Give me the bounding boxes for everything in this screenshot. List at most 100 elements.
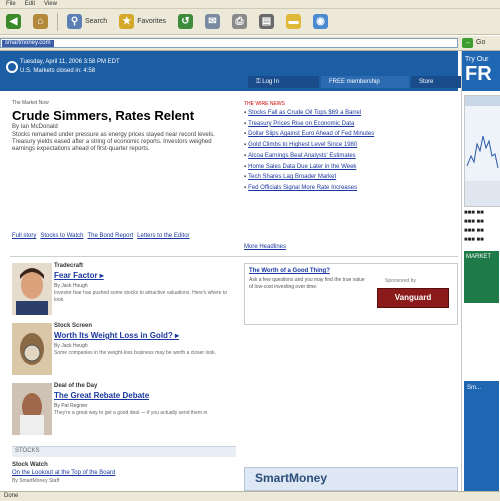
news-item[interactable]: Dollar Slips Against Euro Ahead of Fed M… [244,129,456,140]
story-photo[interactable] [12,383,52,435]
stocks-section-bar: STOCKS [12,446,236,457]
stocks-section-label: STOCKS [15,448,40,454]
lead-section-label: The Market Now [12,100,49,106]
login-label: Log In [262,79,279,85]
news-item[interactable]: Home Sales Data Due Later in the Week [244,162,456,173]
menu-edit[interactable]: Edit [25,1,35,7]
edit-icon: ▤ [258,14,274,29]
address-bar: smartmoney.com → Go [0,36,500,51]
print-button[interactable]: ⎙ [229,13,250,31]
address-input[interactable]: smartmoney.com [0,38,458,48]
lead-links: Full story Stocks to Watch The Bond Repo… [12,233,190,239]
messenger-icon: ◉ [312,14,328,29]
stock-watch-headline[interactable]: On the Lookout at the Top of the Board [12,470,115,476]
story-headline[interactable]: Fear Factor ▸ [54,271,104,280]
story-byline: By Jack Hough [54,283,88,289]
story-description: Investor fear has pushed some stocks to … [54,290,227,303]
gold-scale-graphic [12,323,52,375]
history-icon: ↺ [177,14,193,29]
right-rail-promo[interactable]: Try Our FR [462,51,500,91]
news-item[interactable]: Stocks Fall as Crude Oil Tops $69 a Barr… [244,108,456,119]
market-row: ■■■ ■■ [464,219,484,225]
news-item[interactable]: Gold Climbs to Highest Level Since 1980 [244,140,456,151]
header-date: Tuesday, April 11, 2006 3:58 PM EDT [20,59,120,65]
more-headlines-link[interactable]: More Headlines [244,244,286,250]
login-button[interactable]: ⚿ Log In [248,76,319,88]
ad-title[interactable]: The Worth of a Good Thing? [249,268,330,274]
lead-byline: By Ian McDonald [12,124,58,130]
go-arrow-icon[interactable]: → [462,38,473,48]
mail-icon: ✉ [204,14,220,29]
stock-watch-label: Stock Watch [12,462,48,468]
lead-link[interactable]: Letters to the Editor [137,233,189,239]
smartmoney-banner[interactable]: SmartMoney [244,467,458,491]
market-chart-graphic [465,96,500,206]
market-box-label: MARKET [466,254,492,260]
favorites-button[interactable]: ★ Favorites [116,13,169,31]
story-byline: By Jack Hough [54,343,88,349]
story-description: Some companies in the weight-loss busine… [54,350,217,356]
sponsored-ad[interactable]: The Worth of a Good Thing? Ask a few que… [244,263,458,325]
story-headline[interactable]: The Great Rebate Debate [54,391,149,400]
favorites-label: Favorites [137,18,166,25]
story-photo[interactable] [12,323,52,375]
news-header: THE WIRE NEWS [244,101,285,107]
toolbar-separator [57,12,58,31]
lead-link[interactable]: The Bond Report [87,233,133,239]
lead-link[interactable]: Full story [12,233,36,239]
market-table: ■■■ ■■ ■■■ ■■ ■■■ ■■ ■■■ ■■ [464,209,499,245]
right-rail-ad-label: Sm... [467,385,482,391]
right-rail-ad[interactable]: Sm... [464,381,499,491]
news-item[interactable]: Treasury Prices Rise on Economic Data [244,119,456,130]
news-item[interactable]: Fed Officials Signal More Rate Increases [244,183,456,194]
story-description: They're a great way to get a good deal —… [54,410,209,416]
menu-view[interactable]: View [44,1,57,7]
star-icon: ★ [119,14,135,29]
chart-header [465,96,500,106]
search-label: Search [85,18,108,25]
section-divider [10,256,458,257]
right-rail: Try Our FR ■■■ ■■ ■■■ ■■ ■■■ ■■ ■■■ ■■ M… [461,51,500,491]
site-logo-icon[interactable] [6,61,18,73]
store-button[interactable]: Store [411,76,463,88]
lead-link[interactable]: Stocks to Watch [40,233,83,239]
edit-button[interactable]: ▤ [256,13,277,31]
market-row: ■■■ ■■ [464,210,484,216]
ad-sponsor-label: Sponsored by [385,278,416,284]
story-photo[interactable] [12,263,52,315]
header-market-status: U.S. Markets closed in: 4:58 [20,68,96,74]
back-button[interactable]: ◀ [3,13,24,31]
print-icon: ⎙ [231,14,247,29]
promo-line1: Try Our [465,56,489,63]
folder-button[interactable]: ▬ [283,13,304,31]
folder-icon: ▬ [285,14,301,29]
smartmoney-banner-label: SmartMoney [255,471,328,485]
menu-bar: File Edit View [0,0,500,9]
history-button[interactable]: ↺ [175,13,196,31]
address-url: smartmoney.com [2,40,54,47]
back-arrow-icon: ◀ [6,14,21,29]
news-item[interactable]: Alcoa Earnings Beat Analysts' Estimates [244,151,456,162]
search-button[interactable]: ⚲ Search [64,13,110,31]
market-row: ■■■ ■■ [464,237,484,243]
mail-button[interactable]: ✉ [202,13,223,31]
page-content: Tuesday, April 11, 2006 3:58 PM EDT U.S.… [0,51,500,491]
messenger-button[interactable]: ◉ [310,13,331,31]
market-box[interactable]: MARKET [464,251,499,303]
story-headline[interactable]: Worth Its Weight Loss in Gold? ▸ [54,331,179,340]
author-photo-graphic [12,263,52,315]
lead-summary: Stocks remained under pressure as energy… [12,132,215,152]
home-icon: ⌂ [33,14,48,29]
rebate-graphic [12,383,52,435]
menu-file[interactable]: File [6,1,16,7]
free-membership-button[interactable]: FREE membership [321,76,409,88]
lead-headline[interactable]: Crude Simmers, Rates Relent [12,108,194,123]
go-button[interactable]: Go [476,38,485,48]
news-item[interactable]: Tech Shares Lag Broader Market [244,172,456,183]
news-list: Stocks Fall as Crude Oil Tops $69 a Barr… [244,108,456,194]
story-byline: By Pat Regnier [54,403,88,409]
chart-line [466,135,499,169]
market-chart[interactable] [464,95,500,207]
home-button[interactable]: ⌂ [30,13,51,31]
ad-brand-logo[interactable]: Vanguard [377,288,449,308]
